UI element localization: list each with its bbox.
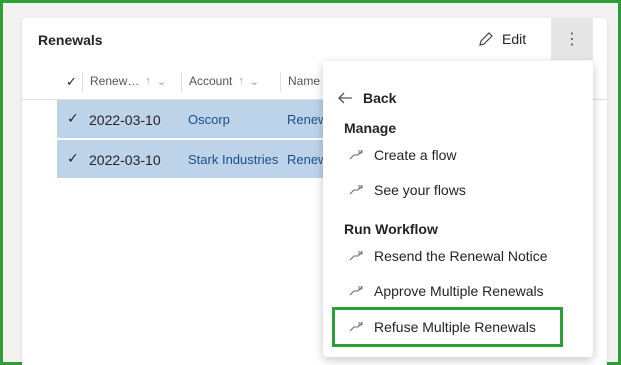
column-label: Renew… <box>90 74 140 88</box>
section-run-workflow: Run Workflow <box>344 221 438 237</box>
row-checkmark[interactable]: ✓ <box>67 150 79 167</box>
menu-item-refuse-renewals[interactable]: Refuse Multiple Renewals <box>332 307 563 347</box>
column-header-account[interactable]: Account ↑ ⌄ <box>189 74 259 88</box>
menu-item-label: Create a flow <box>374 147 457 163</box>
select-all-checkmark[interactable]: ✓ <box>66 74 77 90</box>
column-label: Name <box>288 74 321 88</box>
menu-item-label: See your flows <box>374 182 466 198</box>
menu-item-create-flow[interactable]: Create a flow <box>337 140 579 170</box>
renewal-date: 2022-03-10 <box>89 112 161 128</box>
renewal-date: 2022-03-10 <box>89 152 161 168</box>
chevron-down-icon: ⌄ <box>249 75 260 88</box>
pencil-icon <box>479 32 493 46</box>
back-label: Back <box>363 90 397 106</box>
back-button[interactable]: Back <box>337 90 396 106</box>
menu-item-label: Refuse Multiple Renewals <box>374 319 536 335</box>
menu-item-label: Approve Multiple Renewals <box>374 283 544 299</box>
flow-icon <box>337 150 374 160</box>
table-row[interactable]: ✓ 2022-03-10 Oscorp Renew <box>57 100 357 138</box>
flow-icon <box>337 185 374 195</box>
column-header-name[interactable]: Name <box>288 74 320 88</box>
row-checkmark[interactable]: ✓ <box>67 110 79 127</box>
edit-button[interactable]: Edit <box>478 26 526 52</box>
more-options-button[interactable]: ⋮ <box>551 18 593 60</box>
column-divider <box>181 72 182 92</box>
more-vertical-icon: ⋮ <box>564 31 580 48</box>
flow-menu: Back Manage Create a flow See your flows… <box>323 61 593 357</box>
section-manage: Manage <box>344 120 397 136</box>
column-divider <box>82 72 83 92</box>
card-title: Renewals <box>38 32 103 48</box>
sort-ascending-icon: ↑ <box>145 75 151 87</box>
arrow-left-icon <box>338 92 352 104</box>
flow-icon <box>337 286 374 296</box>
app-frame: Renewals Edit ⋮ ✓ Renew… ↑ ⌄ Account ↑ ⌄ <box>0 0 621 365</box>
sort-ascending-icon: ↑ <box>238 75 244 87</box>
flow-icon <box>337 251 374 261</box>
account-link[interactable]: Oscorp <box>188 112 230 127</box>
account-link[interactable]: Stark Industries <box>188 152 278 167</box>
column-divider <box>280 72 281 92</box>
menu-item-resend-notice[interactable]: Resend the Renewal Notice <box>337 241 579 271</box>
table-row[interactable]: ✓ 2022-03-10 Stark Industries Renew <box>57 140 357 178</box>
edit-label: Edit <box>502 31 527 47</box>
chevron-down-icon: ⌄ <box>156 75 167 88</box>
column-header-renewal[interactable]: Renew… ↑ ⌄ <box>90 74 166 88</box>
name-link[interactable]: Renew <box>287 112 327 127</box>
name-link[interactable]: Renew <box>287 152 327 167</box>
menu-item-approve-renewals[interactable]: Approve Multiple Renewals <box>337 276 579 306</box>
menu-item-label: Resend the Renewal Notice <box>374 248 548 264</box>
menu-item-see-flows[interactable]: See your flows <box>337 175 579 205</box>
flow-icon <box>337 322 374 332</box>
column-label: Account <box>189 74 233 88</box>
